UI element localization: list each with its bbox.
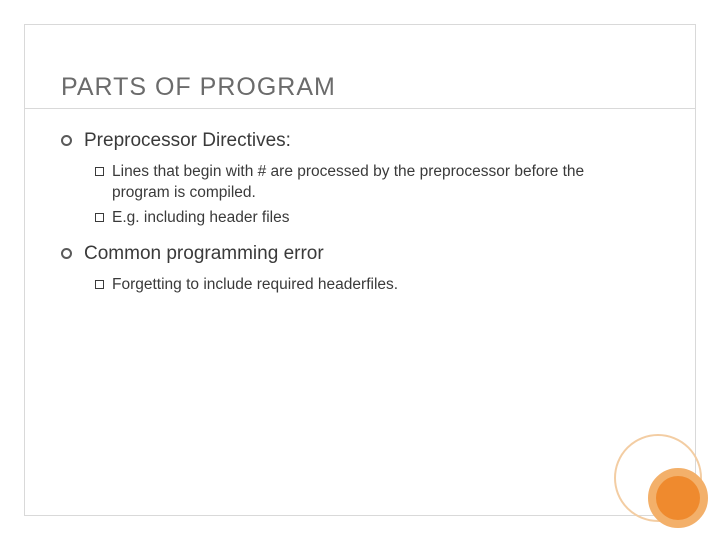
- sub-list: Forgetting to include required headerfil…: [95, 275, 659, 296]
- donut-bullet-icon: [61, 248, 72, 259]
- bullet-label: Common programming error: [84, 242, 324, 267]
- sub-label: E.g. including header files: [112, 208, 290, 229]
- bullet-label: Preprocessor Directives:: [84, 129, 291, 154]
- title-underline: [25, 108, 695, 109]
- sub-list: Lines that begin with # are processed by…: [95, 162, 659, 229]
- sub-label: Lines that begin with # are processed by…: [112, 162, 632, 204]
- list-item: Preprocessor Directives:: [61, 129, 659, 154]
- square-bullet-icon: [95, 280, 104, 289]
- list-item: Lines that begin with # are processed by…: [95, 162, 659, 204]
- sub-label: Forgetting to include required headerfil…: [112, 275, 398, 296]
- square-bullet-icon: [95, 167, 104, 176]
- list-item: Forgetting to include required headerfil…: [95, 275, 659, 296]
- list-item: E.g. including header files: [95, 208, 659, 229]
- slide-frame: PARTS OF PROGRAM Preprocessor Directives…: [24, 24, 696, 516]
- list-item: Common programming error: [61, 242, 659, 267]
- deco-disc-icon: [656, 476, 700, 520]
- corner-decoration: [612, 432, 702, 522]
- donut-bullet-icon: [61, 135, 72, 146]
- square-bullet-icon: [95, 213, 104, 222]
- slide-title: PARTS OF PROGRAM: [61, 73, 659, 102]
